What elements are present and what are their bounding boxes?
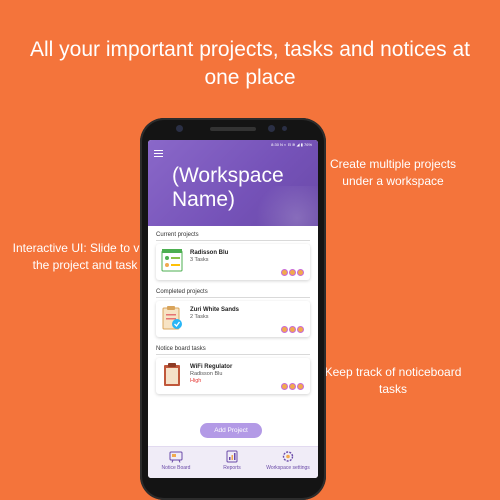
status-bar: 8:30 N ◐ ⊟ ≋ ◢ ▮ 76%	[271, 142, 312, 147]
card-project-name: Radisson Blu	[190, 371, 223, 377]
project-card-completed[interactable]: Zuri White Sands 2 Tasks	[156, 301, 310, 337]
member-avatars	[281, 269, 304, 276]
project-card-current[interactable]: Radisson Blu 3 Tasks	[156, 244, 310, 280]
hamburger-menu-icon[interactable]	[154, 150, 163, 157]
workspace-settings-icon	[282, 451, 294, 462]
add-project-button[interactable]: Add Project	[200, 423, 262, 438]
bottom-navigation: Notice Board Reports Workspace settings	[148, 446, 318, 478]
nav-label: Notice Board	[161, 465, 191, 471]
app-screen: 8:30 N ◐ ⊟ ≋ ◢ ▮ 76% (Workspace Name) Cu…	[148, 140, 318, 478]
front-camera-icon	[268, 125, 275, 132]
section-notice-board: Notice board tasks	[156, 346, 310, 355]
nav-label: Reports	[223, 465, 241, 471]
member-avatars	[281, 383, 304, 390]
card-title: WiFi Regulator	[190, 364, 233, 370]
section-current-projects: Current projects	[156, 232, 310, 241]
workspace-header: 8:30 N ◐ ⊟ ≋ ◢ ▮ 76% (Workspace Name)	[148, 140, 318, 226]
avatar	[281, 383, 288, 390]
note-create-projects: Create multiple projects under a workspa…	[329, 157, 457, 188]
note-interactive-ui: Interactive UI: Slide to view the projec…	[12, 241, 158, 272]
section-completed-projects: Completed projects	[156, 289, 310, 298]
avatar	[297, 269, 304, 276]
workspace-name: (Workspace Name)	[172, 164, 284, 211]
avatar	[297, 326, 304, 333]
avatar	[289, 269, 296, 276]
nav-reports[interactable]: Reports	[212, 450, 252, 471]
proximity-sensor-icon	[282, 126, 287, 131]
notice-task-card[interactable]: WiFi Regulator Radisson Blu High	[156, 358, 310, 394]
avatar	[289, 326, 296, 333]
headline: All your important projects, tasks and n…	[29, 38, 471, 89]
nav-workspace-settings[interactable]: Workspace settings	[260, 450, 316, 471]
speaker-grille	[210, 127, 256, 131]
avatar	[289, 383, 296, 390]
card-task-count: 3 Tasks	[190, 257, 209, 263]
nav-notice-board[interactable]: Notice Board	[156, 450, 196, 471]
phone-frame: 8:30 N ◐ ⊟ ≋ ◢ ▮ 76% (Workspace Name) Cu…	[140, 118, 326, 500]
avatar	[281, 269, 288, 276]
avatar	[297, 383, 304, 390]
sensor-icon	[176, 125, 183, 132]
completed-clipboard-icon	[162, 306, 182, 330]
card-title: Zuri White Sands	[190, 307, 240, 313]
priority-label: High	[190, 378, 202, 384]
reports-icon	[226, 450, 238, 463]
notice-clipboard-icon	[164, 363, 180, 386]
nav-label: Workspace settings	[266, 465, 310, 471]
avatar	[281, 326, 288, 333]
notice-board-icon	[169, 451, 183, 463]
card-task-count: 2 Tasks	[190, 314, 209, 320]
member-avatars	[281, 326, 304, 333]
card-title: Radisson Blu	[190, 250, 229, 256]
project-board-icon	[161, 249, 183, 272]
note-noticeboard: Keep track of noticeboard tasks	[324, 365, 462, 396]
